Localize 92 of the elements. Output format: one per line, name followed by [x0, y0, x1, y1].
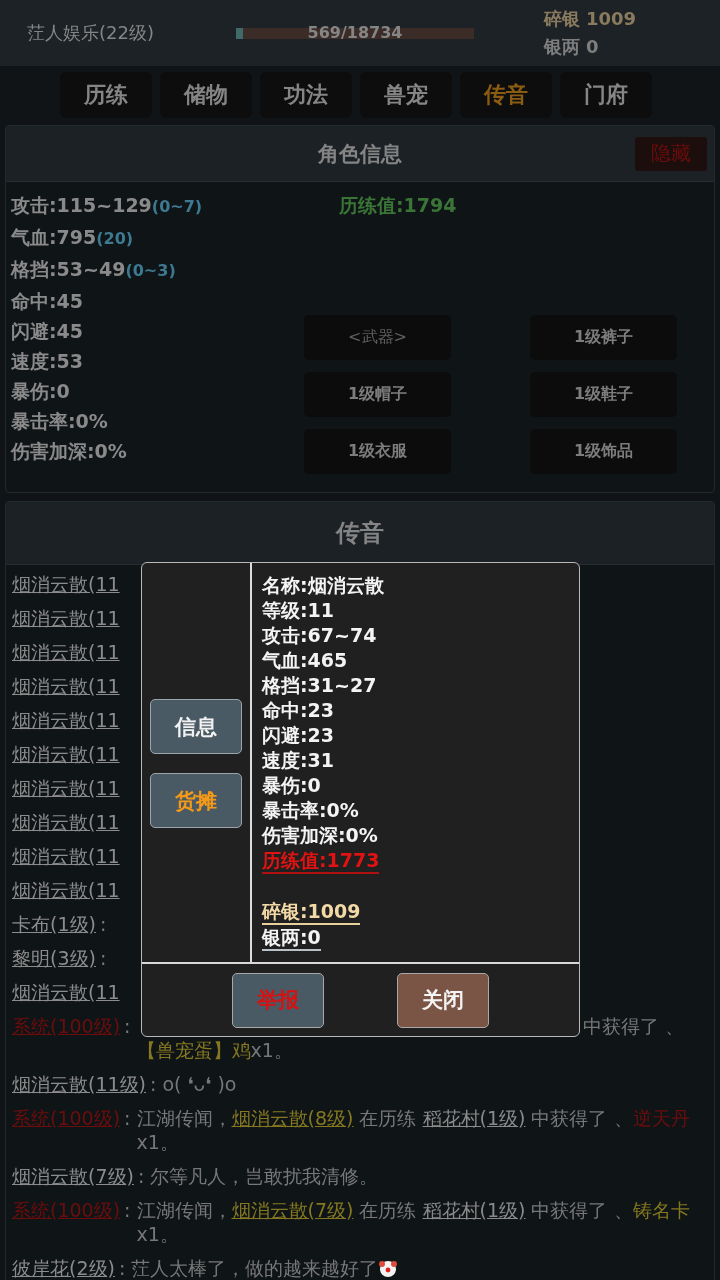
sender-link[interactable]: 烟消云散(11 [12, 742, 120, 766]
colon-text: : [123, 1106, 132, 1130]
panel-title: 传音 [336, 518, 384, 549]
experience-value: 历练值:1794 [339, 193, 458, 218]
sender-link[interactable]: 烟消云散(11 [12, 674, 120, 698]
sender-link[interactable]: 烟消云散(11 [12, 844, 120, 868]
message-text: o( ❛ᴗ❛ )o [162, 1073, 237, 1095]
equipment-slot[interactable]: 1级帽子 [304, 372, 451, 417]
tab[interactable]: 门府 [560, 72, 652, 118]
sender-link[interactable]: 彼岸花(2级) [12, 1256, 115, 1280]
sender-link[interactable]: 烟消云散(11级) [12, 1072, 146, 1096]
colon-text: : [123, 1198, 132, 1222]
sender-link[interactable]: 烟消云散(11 [12, 810, 120, 834]
stat-text: 命中:45 [11, 289, 85, 314]
sender-link[interactable]: 烟消云散(11 [12, 572, 120, 596]
stat-text: 格挡:53~49(0~3) [11, 257, 177, 282]
stall-button[interactable]: 货摊 [150, 773, 242, 828]
experience-text: 569/18734 [306, 22, 404, 43]
message-text: 中获得了 、 [530, 1107, 633, 1129]
colon-text: : [98, 912, 108, 936]
equipment-slot[interactable]: 1级鞋子 [530, 372, 677, 417]
colon-text: : [98, 946, 108, 970]
colon-text: : [149, 1072, 158, 1096]
info-text: 碎银:1009 [262, 900, 361, 925]
info-text: 名称:烟消云散 [262, 574, 384, 597]
tab[interactable]: 传音 [460, 72, 552, 118]
sender-link[interactable]: 烟消云散(11 [12, 776, 120, 800]
info-button[interactable]: 信息 [150, 699, 242, 754]
message-text: 江湖传闻， [136, 1199, 232, 1221]
stat-text: 气血:795(20) [11, 225, 135, 250]
info-text: 命中:23 [262, 699, 335, 722]
equipment-slot[interactable]: 1级裤子 [530, 315, 677, 360]
sender-link[interactable]: 卡布(1级) [12, 912, 96, 936]
equipment-slot[interactable]: <武器> [304, 315, 451, 360]
info-text: 银两:0 [262, 926, 321, 951]
info-text: 暴击率:0% [262, 799, 359, 822]
equipment-slot[interactable]: 1级衣服 [304, 429, 451, 474]
message-text: x1。 [136, 1131, 179, 1153]
player-name: 茳人娱乐(22级) [27, 21, 155, 45]
stat-text: 速度:53 [11, 349, 85, 374]
place-link[interactable]: 稻花村(1级) [422, 1199, 526, 1221]
sender-link[interactable]: 烟消云散(11 [12, 708, 120, 732]
info-text: 格挡:31~27 [262, 674, 377, 697]
info-text: 攻击:67~74 [262, 624, 377, 647]
message-text: 尔等凡人，岂敢扰我清修。 [150, 1165, 379, 1187]
stat-text: 伤害加深:0% [11, 439, 128, 464]
tab[interactable]: 兽宠 [360, 72, 452, 118]
currency-value: 1009 [586, 8, 637, 30]
sender-link[interactable]: 烟消云散(11 [12, 606, 120, 630]
message-text: 中获得了 、 [582, 1015, 684, 1037]
place-link[interactable]: 稻花村(1级) [422, 1107, 526, 1129]
stat-text: 闪避:45 [11, 319, 85, 344]
colon-text: : [117, 1256, 127, 1280]
message-text: 茳人太棒了，做的越来越好了 [131, 1257, 379, 1279]
info-text: 等级:11 [262, 599, 335, 622]
item-name: 【兽宠蛋】鸡 [136, 1039, 251, 1061]
message-text: 在历练 [358, 1107, 418, 1129]
tab[interactable]: 功法 [260, 72, 352, 118]
item-name: 逆天丹 [632, 1107, 690, 1129]
close-button[interactable]: 关闭 [397, 972, 489, 1028]
sender-link[interactable]: 烟消云散(7级) [12, 1164, 134, 1188]
sender-link[interactable]: 黎明(3级) [12, 946, 96, 970]
currency-value: 0 [586, 36, 599, 58]
message-text: 中获得了 、 [530, 1199, 633, 1221]
message-text: x1。 [136, 1223, 179, 1245]
colon-text: : [123, 1014, 132, 1038]
message-text: 在历练 [358, 1199, 418, 1221]
info-text: 闪避:23 [262, 724, 335, 747]
player-link[interactable]: 烟消云散(7级) [231, 1199, 354, 1221]
stat-text: 攻击:115~129(0~7) [11, 193, 204, 218]
sender-link[interactable]: 烟消云散(11 [12, 640, 120, 664]
currency-label: 碎银 [544, 8, 580, 30]
stat-text: 暴击率:0% [11, 409, 109, 434]
message-text: 江湖传闻， [136, 1107, 232, 1129]
colon-text: : [136, 1164, 146, 1188]
player-link[interactable]: 烟消云散(8级) [231, 1107, 354, 1129]
panel-title: 角色信息 [318, 140, 402, 168]
item-name: 铸名卡 [632, 1199, 690, 1221]
info-text: 暴伤:0 [262, 774, 321, 797]
info-text: 气血:465 [262, 649, 348, 672]
sender-link[interactable]: 烟消云散(11 [12, 980, 120, 1004]
sender-link[interactable]: 烟消云散(11 [12, 878, 120, 902]
tab[interactable]: 储物 [160, 72, 252, 118]
stat-text: 暴伤:0 [11, 379, 71, 404]
info-text: 伤害加深:0% [262, 824, 378, 847]
equipment-slot[interactable]: 1级饰品 [530, 429, 677, 474]
info-text: 历练值:1773 [262, 849, 380, 874]
tab[interactable]: 历练 [60, 72, 152, 118]
message-text: x1。 [250, 1039, 293, 1061]
clown-emoji-icon [378, 1258, 399, 1278]
currency-label: 银两 [544, 36, 580, 58]
info-text: 速度:31 [262, 749, 335, 772]
